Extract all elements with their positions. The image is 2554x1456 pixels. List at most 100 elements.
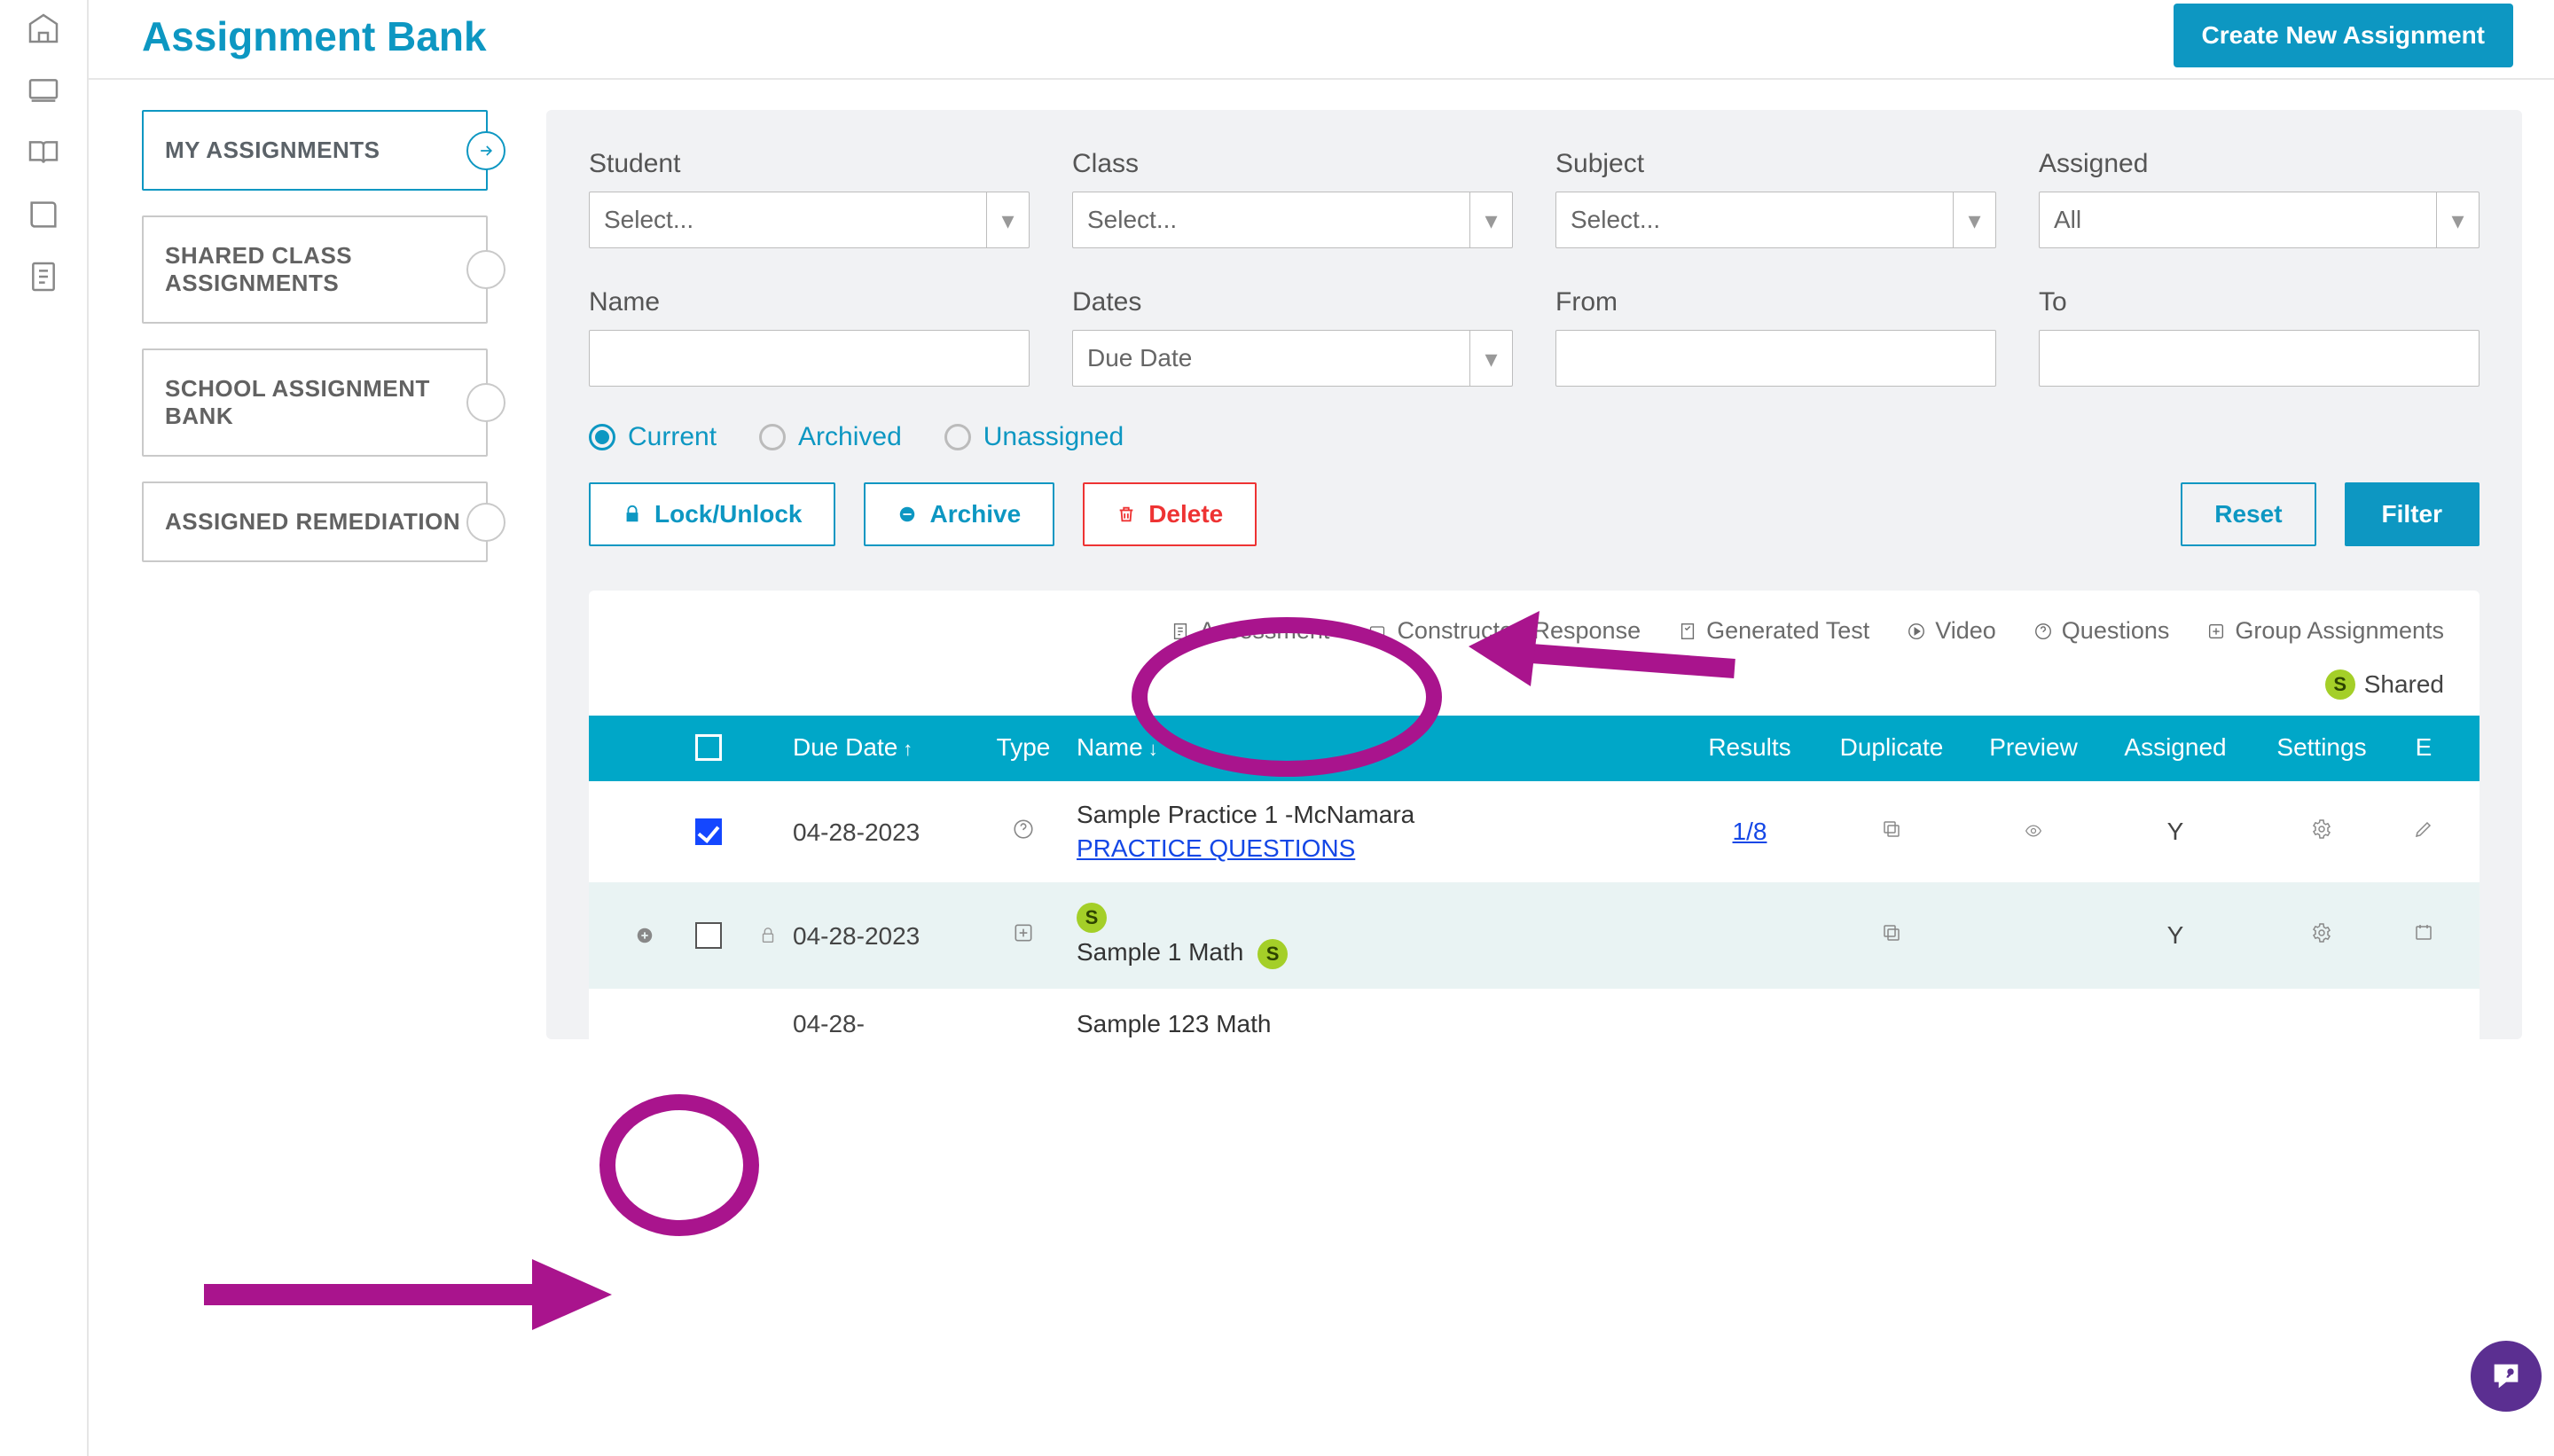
col-due-date[interactable]: Due Date↑ xyxy=(793,733,970,762)
monitor-icon[interactable] xyxy=(26,73,61,103)
sidebar-item-assigned-remediation[interactable]: ASSIGNED REMEDIATION xyxy=(142,481,488,562)
lock-unlock-button[interactable]: Lock/Unlock xyxy=(589,482,835,546)
assigned-cell: Y xyxy=(2167,818,2184,846)
shared-badge-icon: S xyxy=(2325,669,2355,700)
radio-unassigned[interactable]: Unassigned xyxy=(944,422,1124,452)
assignment-name: Sample Practice 1 -McNamara xyxy=(1077,801,1683,829)
lock-icon[interactable] xyxy=(748,926,787,945)
dates-select[interactable]: Due Date ▾ xyxy=(1072,330,1513,387)
shared-badge-icon: S xyxy=(1257,939,1288,969)
edit-icon[interactable] xyxy=(2413,818,2434,846)
chevron-down-icon: ▾ xyxy=(1469,331,1512,386)
due-date-cell: 04-28- xyxy=(793,1008,970,1039)
edit-icon[interactable] xyxy=(2413,921,2434,950)
sort-asc-icon: ↑ xyxy=(903,738,913,760)
select-all-checkbox[interactable] xyxy=(695,734,722,761)
from-input[interactable] xyxy=(1555,330,1996,387)
legend-video: Video xyxy=(1907,617,1996,645)
annotation-arrow-checkbox xyxy=(195,1250,621,1339)
col-assigned[interactable]: Assigned xyxy=(2100,733,2251,762)
to-input[interactable] xyxy=(2039,330,2480,387)
arrow-right-icon xyxy=(466,131,505,170)
table-row: 04-28-2023 S Sample 1 Math S xyxy=(589,882,2480,989)
name-label: Name xyxy=(589,287,1030,317)
assignment-panel: Create New Assignment Student Select... … xyxy=(546,110,2522,1039)
video-icon xyxy=(1907,622,1926,641)
document-icon[interactable] xyxy=(26,259,61,289)
sidebar-item-my-assignments[interactable]: MY ASSIGNMENTS xyxy=(142,110,488,191)
reset-button[interactable]: Reset xyxy=(2181,482,2315,546)
annotation-ellipse-checkbox xyxy=(599,1094,759,1236)
legend-shared: S Shared xyxy=(2325,669,2444,700)
class-select[interactable]: Select... ▾ xyxy=(1072,192,1513,248)
questions-icon xyxy=(1012,818,1035,847)
results-link[interactable]: 1/8 xyxy=(1733,818,1767,846)
sidebar-item-label: ASSIGNED REMEDIATION xyxy=(165,508,460,535)
filter-button[interactable]: Filter xyxy=(2345,482,2480,546)
col-preview[interactable]: Preview xyxy=(1967,733,2100,762)
minus-circle-icon xyxy=(897,505,917,524)
help-icon xyxy=(2488,1358,2524,1394)
archive-button[interactable]: Archive xyxy=(864,482,1054,546)
radio-dot-icon xyxy=(759,424,786,450)
legend-assessment: Assessment xyxy=(1171,617,1329,645)
book-icon[interactable] xyxy=(26,197,61,227)
expand-row-icon[interactable] xyxy=(630,926,660,945)
building-icon[interactable] xyxy=(26,11,61,41)
status-radio-group: Current Archived Unassigned xyxy=(589,422,2480,452)
subject-select[interactable]: Select... ▾ xyxy=(1555,192,1996,248)
sidebar-item-label: SCHOOL ASSIGNMENT BANK xyxy=(165,375,430,429)
legend-bar: Assessment Constructed Response Generate… xyxy=(589,591,2480,716)
duplicate-icon[interactable] xyxy=(1881,921,1902,950)
chevron-down-icon: ▾ xyxy=(1953,192,1995,247)
assigned-select[interactable]: All ▾ xyxy=(2039,192,2480,248)
from-label: From xyxy=(1555,287,1996,317)
shared-badge-icon: S xyxy=(1077,903,1107,933)
generated-icon xyxy=(1678,622,1697,641)
knob-icon xyxy=(466,383,505,422)
radio-archived[interactable]: Archived xyxy=(759,422,902,452)
subject-label: Subject xyxy=(1555,149,1996,179)
knob-icon xyxy=(466,250,505,289)
help-fab-button[interactable] xyxy=(2471,1341,2542,1412)
delete-button[interactable]: Delete xyxy=(1083,482,1257,546)
col-settings[interactable]: Settings xyxy=(2251,733,2393,762)
student-label: Student xyxy=(589,149,1030,179)
row-checkbox[interactable] xyxy=(695,818,722,845)
student-select[interactable]: Select... ▾ xyxy=(589,192,1030,248)
due-date-cell: 04-28-2023 xyxy=(793,817,970,848)
trash-icon xyxy=(1116,503,1136,526)
book-open-icon[interactable] xyxy=(26,135,61,165)
gear-icon[interactable] xyxy=(2311,921,2332,950)
col-type[interactable]: Type xyxy=(970,733,1077,762)
duplicate-icon[interactable] xyxy=(1881,818,1902,846)
assignment-sublink[interactable]: PRACTICE QUESTIONS xyxy=(1077,834,1683,863)
assessment-icon xyxy=(1171,622,1190,641)
chevron-down-icon: ▾ xyxy=(2436,192,2479,247)
sort-desc-icon: ↓ xyxy=(1148,738,1158,760)
create-assignment-button[interactable]: Create New Assignment xyxy=(2174,4,2514,67)
gear-icon[interactable] xyxy=(2311,818,2332,846)
col-results[interactable]: Results xyxy=(1683,733,1816,762)
class-label: Class xyxy=(1072,149,1513,179)
sidebar-item-shared-class[interactable]: SHARED CLASS ASSIGNMENTS xyxy=(142,215,488,324)
col-edit[interactable]: E xyxy=(2393,733,2455,762)
assignment-name: Sample 1 Math xyxy=(1077,938,1243,966)
table-header-row: Due Date↑ Type Name↓ Results Duplicate P… xyxy=(589,716,2480,781)
questions-icon xyxy=(2033,622,2053,641)
sidebar-item-school-bank[interactable]: SCHOOL ASSIGNMENT BANK xyxy=(142,348,488,457)
col-name[interactable]: Name↓ xyxy=(1077,733,1683,762)
chevron-down-icon: ▾ xyxy=(986,192,1029,247)
col-duplicate[interactable]: Duplicate xyxy=(1816,733,1967,762)
sidebar-item-label: SHARED CLASS ASSIGNMENTS xyxy=(165,242,352,296)
dates-label: Dates xyxy=(1072,287,1513,317)
lock-icon xyxy=(623,505,642,524)
chevron-down-icon: ▾ xyxy=(1469,192,1512,247)
group-icon xyxy=(1012,921,1035,951)
constructed-icon xyxy=(1367,622,1388,640)
preview-icon[interactable] xyxy=(2021,818,2046,846)
row-checkbox[interactable] xyxy=(695,922,722,949)
radio-current[interactable]: Current xyxy=(589,422,717,452)
name-input[interactable] xyxy=(589,330,1030,387)
to-label: To xyxy=(2039,287,2480,317)
